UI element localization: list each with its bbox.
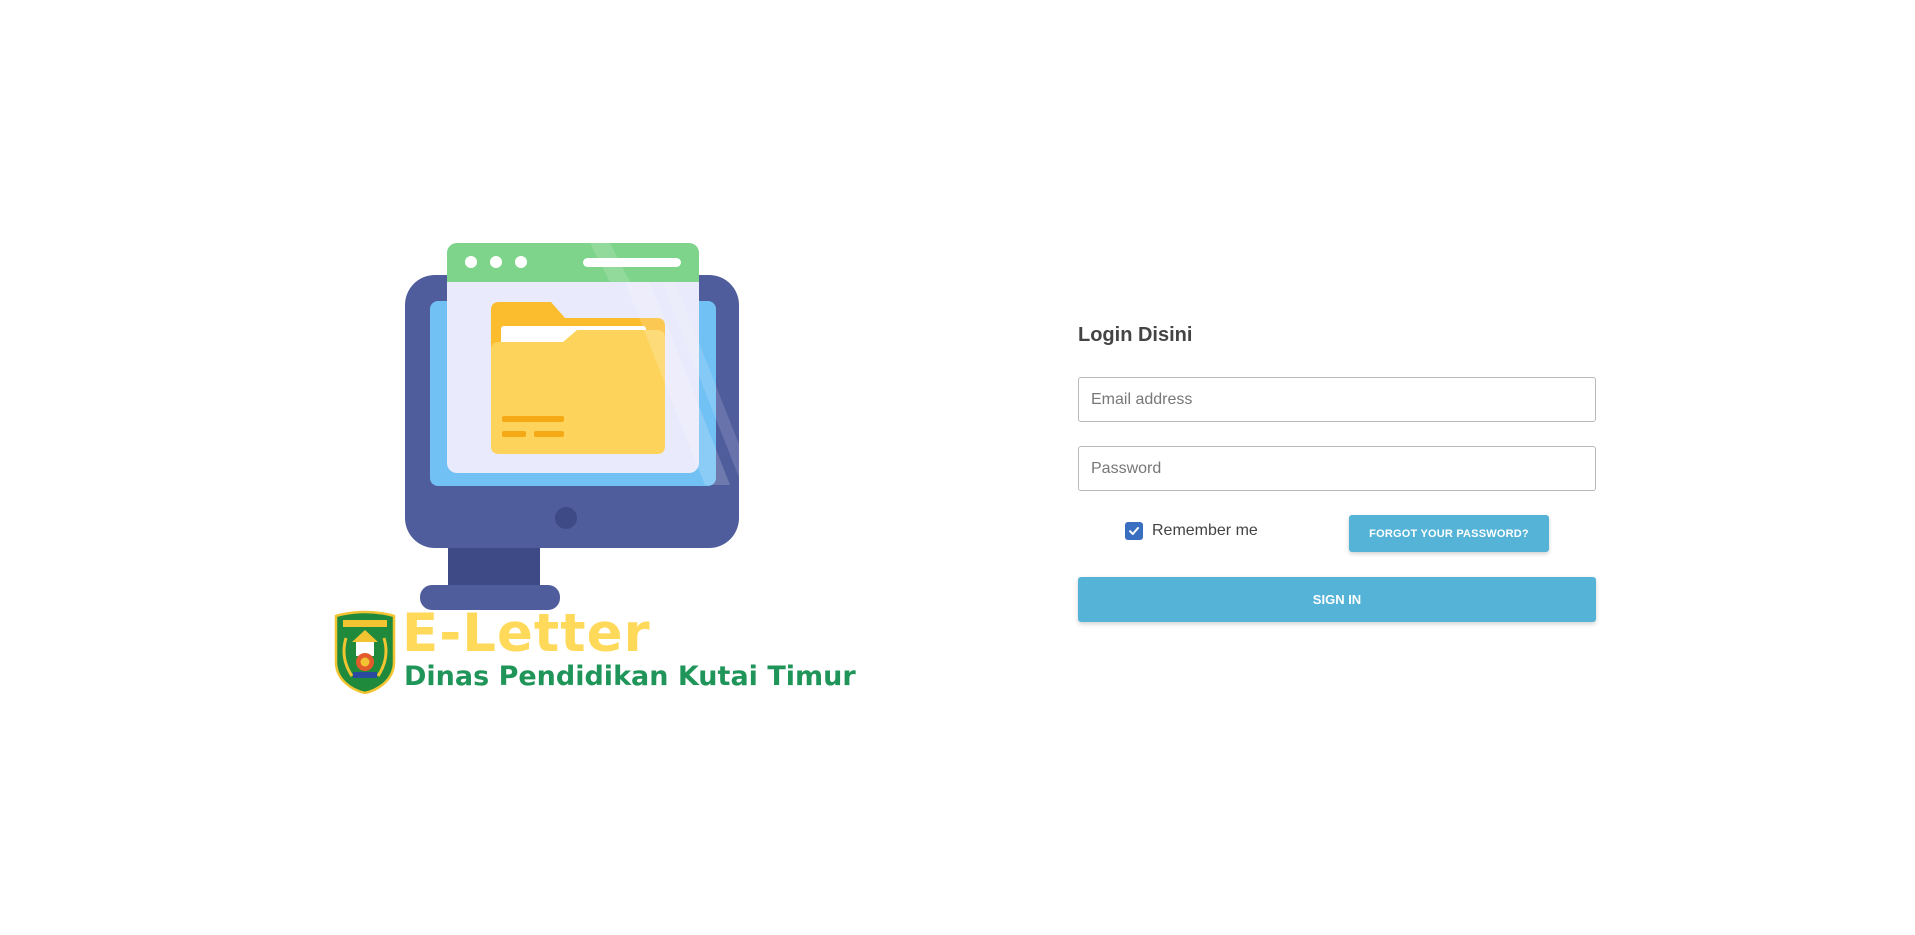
forgot-password-button[interactable]: FORGOT YOUR PASSWORD? (1349, 515, 1549, 552)
login-heading: Login Disini (1078, 324, 1193, 346)
remember-me-toggle[interactable]: Remember me (1125, 522, 1258, 540)
remember-me-checkbox[interactable] (1125, 522, 1143, 540)
login-page: E-Letter Dinas Pendidikan Kutai Timur Lo… (0, 0, 1915, 935)
login-options-row: Remember me FORGOT YOUR PASSWORD? (1078, 515, 1596, 553)
email-field[interactable] (1078, 377, 1596, 422)
remember-me-label: Remember me (1152, 522, 1258, 539)
sign-in-button[interactable]: SIGN IN (1078, 577, 1596, 622)
brand-title: E-Letter (402, 603, 651, 664)
checkmark-icon (1129, 527, 1139, 535)
password-field[interactable] (1078, 446, 1596, 491)
brand-block: E-Letter Dinas Pendidikan Kutai Timur (334, 604, 856, 700)
login-form: Login Disini Remember me FORGOT YOUR PAS… (1078, 320, 1596, 622)
brand-subtitle: Dinas Pendidikan Kutai Timur (404, 661, 856, 692)
kutai-timur-emblem-icon (334, 610, 396, 694)
